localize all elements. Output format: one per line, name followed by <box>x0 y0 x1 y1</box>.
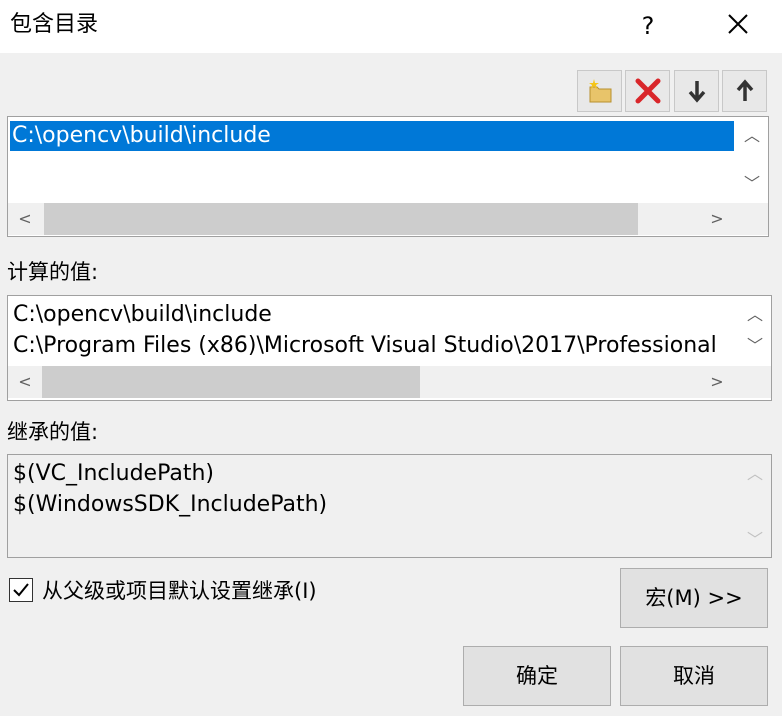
scroll-right-arrow-icon[interactable]: > <box>702 204 732 234</box>
new-folder-icon <box>588 79 611 103</box>
scroll-up-arrow-icon[interactable]: ︿ <box>737 121 767 151</box>
checkmark-icon <box>13 583 29 597</box>
delete-icon <box>635 78 660 104</box>
directory-list[interactable]: C:\opencv\build\include ︿ ﹀ < > <box>7 116 769 237</box>
scrollbar-thumb[interactable] <box>42 366 420 398</box>
title-bar: 包含目录 ? <box>0 0 782 53</box>
computed-vertical-scrollbar[interactable]: ︿ ﹀ <box>739 296 771 366</box>
scroll-left-arrow-icon[interactable]: < <box>10 204 40 234</box>
scroll-left-arrow-icon[interactable]: < <box>10 367 40 397</box>
ok-button[interactable]: 确定 <box>463 646 611 706</box>
inherited-vertical-scrollbar: ︿ ﹀ <box>739 455 771 557</box>
scroll-down-arrow-icon[interactable]: ﹀ <box>740 331 770 361</box>
close-button[interactable] <box>716 6 760 46</box>
macros-button[interactable]: 宏(M) >> <box>620 568 768 628</box>
computed-values-box: C:\opencv\build\include C:\Program Files… <box>7 295 772 401</box>
inherit-checkbox-label[interactable]: 从父级或项目默认设置继承(I) <box>42 576 317 606</box>
scroll-up-arrow-icon[interactable]: ︿ <box>740 300 770 330</box>
move-up-icon <box>736 79 753 101</box>
computed-horizontal-scrollbar[interactable]: < > <box>8 366 771 398</box>
scroll-down-arrow-icon[interactable]: ﹀ <box>737 169 767 199</box>
computed-values-label: 计算的值: <box>7 260 99 284</box>
close-icon <box>728 14 748 34</box>
scroll-down-arrow-icon: ﹀ <box>746 530 763 549</box>
scrollbar-thumb[interactable] <box>44 203 638 235</box>
scroll-up-arrow-icon: ︿ <box>746 464 763 483</box>
horizontal-scrollbar[interactable]: < > <box>8 203 768 235</box>
dialog-title: 包含目录 <box>10 12 99 37</box>
scroll-right-arrow-icon[interactable]: > <box>702 367 732 397</box>
move-up-button[interactable] <box>722 70 767 112</box>
move-down-button[interactable] <box>674 70 719 112</box>
cancel-button[interactable]: 取消 <box>620 646 768 706</box>
help-button[interactable]: ? <box>628 6 668 46</box>
inherited-line: $(WindowsSDK_IncludePath) <box>13 492 328 517</box>
computed-line: C:\opencv\build\include <box>13 302 272 327</box>
computed-line: C:\Program Files (x86)\Microsoft Visual … <box>13 333 717 358</box>
list-item[interactable]: C:\opencv\build\include <box>10 121 734 151</box>
delete-line-button[interactable] <box>625 70 670 112</box>
inherited-line: $(VC_IncludePath) <box>13 461 214 486</box>
vertical-scrollbar[interactable]: ︿ ﹀ <box>736 117 768 203</box>
inherit-checkbox[interactable] <box>9 578 33 602</box>
new-line-button[interactable] <box>577 70 622 112</box>
inherited-values-box: $(VC_IncludePath) $(WindowsSDK_IncludePa… <box>7 454 772 558</box>
move-down-icon <box>688 81 705 103</box>
inherited-values-label: 继承的值: <box>7 420 99 444</box>
